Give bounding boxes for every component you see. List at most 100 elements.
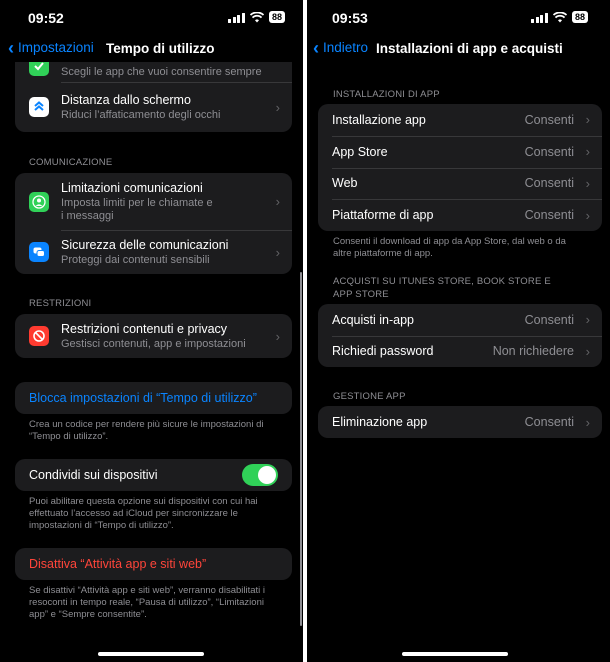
disable-note-line: app” e “Sempre consentite”. <box>29 609 147 620</box>
purchases-header: ACQUISTI SU ITUNES STORE, BOOK STORE E A… <box>333 275 551 301</box>
page-title: Tempo di utilizzo <box>106 41 215 56</box>
chevron-right-icon: › <box>275 244 280 260</box>
install-row[interactable]: Installazione app Consenti › <box>318 104 602 136</box>
communication-limits-row[interactable]: Limitazioni comunicazioni Imposta limiti… <box>15 173 292 230</box>
app-management-header: GESTIONE APP <box>333 391 406 402</box>
web-row-value: Consenti <box>524 176 574 191</box>
communication-safety-title: Sicurezza delle comunicazioni <box>61 237 229 252</box>
app-platforms-row[interactable]: Piattaforme di app Consenti › <box>318 199 602 231</box>
restrictions-header: RESTRIZIONI <box>29 298 92 309</box>
purchases-header-line: APP STORE <box>333 289 389 300</box>
lock-settings-button[interactable]: Blocca impostazioni di “Tempo di utilizz… <box>15 382 292 414</box>
restrictions-icon <box>29 326 49 346</box>
communication-safety-subtitle: Proteggi dai contenuti sensibili <box>61 253 210 266</box>
require-password-label: Richiedi password <box>332 344 434 359</box>
disable-note-line: resoconti in tempo reale, “Pausa di util… <box>29 597 264 608</box>
cellular-signal-icon <box>531 12 548 23</box>
always-allowed-icon <box>29 62 49 76</box>
chevron-right-icon: › <box>585 175 590 191</box>
disable-activity-note: Se disattivi “Attività app e siti web”, … <box>29 585 265 621</box>
battery-icon: 88 <box>268 11 285 23</box>
app-deletion-value: Consenti <box>524 415 574 429</box>
home-indicator[interactable] <box>98 652 204 656</box>
chevron-right-icon: › <box>275 194 280 209</box>
chevron-right-icon: › <box>585 343 590 359</box>
share-devices-note: Puoi abilitare questa opzione sui dispos… <box>29 496 258 532</box>
disable-activity-button[interactable]: Disattiva “Attività app e siti web” <box>15 548 292 580</box>
app-store-row[interactable]: App Store Consenti › <box>318 135 602 168</box>
app-store-row-label: App Store <box>332 144 388 159</box>
scrollbar[interactable] <box>300 272 302 626</box>
lock-settings-note: Crea un codice per rendere più sicure le… <box>29 419 263 443</box>
status-bar: 09:53 88 <box>307 8 610 28</box>
always-allowed-row[interactable]: Scegli le app che vuoi consentire sempre <box>15 62 292 82</box>
back-button[interactable]: ‹ Indietro <box>313 37 368 58</box>
chevron-right-icon: › <box>585 112 590 128</box>
disable-note-line: Se disattivi “Attività app e siti web”, … <box>29 585 266 596</box>
restrictions-group: Restrizioni contenuti e privacy Gestisci… <box>15 314 292 358</box>
home-indicator[interactable] <box>402 652 508 656</box>
share-devices-label: Condividi sui dispositivi <box>29 468 158 482</box>
content-privacy-row[interactable]: Restrizioni contenuti e privacy Gestisci… <box>15 314 292 358</box>
app-installs-header: INSTALLAZIONI DI APP <box>333 89 440 100</box>
in-app-purchases-label: Acquisti in-app <box>332 312 414 327</box>
chevron-left-icon: ‹ <box>313 37 319 58</box>
share-devices-toggle[interactable] <box>242 464 278 486</box>
in-app-purchases-value: Consenti <box>524 312 574 327</box>
wifi-icon <box>249 11 264 22</box>
app-installs-group: Installazione app Consenti › App Store C… <box>318 104 602 231</box>
status-bar: 09:52 88 <box>0 8 303 28</box>
purchases-group: Acquisti in-app Consenti › Richiedi pass… <box>318 304 602 367</box>
lock-note-line: “Tempo di utilizzo”. <box>29 431 109 442</box>
require-password-value: Non richiedere <box>492 344 574 359</box>
app-platforms-row-label: Piattaforme di app <box>332 208 434 223</box>
chevron-left-icon: ‹ <box>8 37 14 58</box>
app-deletion-row[interactable]: Eliminazione app Consenti › <box>318 406 602 438</box>
install-row-label: Installazione app <box>332 112 426 127</box>
content-privacy-title: Restrizioni contenuti e privacy <box>61 321 228 336</box>
right-screen: 09:53 88 ‹ Indietro Installazioni di app… <box>307 0 610 662</box>
share-note-line: effettuato l’accesso ad iCloud per sincr… <box>29 508 238 519</box>
lock-note-line: Crea un codice per rendere più sicure le… <box>29 419 264 430</box>
chevron-right-icon: › <box>275 328 280 344</box>
back-label: Impostazioni <box>18 40 94 55</box>
status-icons: 88 <box>531 11 588 23</box>
app-management-group: Eliminazione app Consenti › <box>318 406 602 438</box>
nav-bar: ‹ Impostazioni Tempo di utilizzo <box>0 38 303 60</box>
share-note-line: Puoi abilitare questa opzione sui dispos… <box>29 496 258 507</box>
disable-activity-group: Disattiva “Attività app e siti web” <box>15 548 292 580</box>
require-password-row[interactable]: Richiedi password Non richiedere › <box>318 335 602 368</box>
chevron-right-icon: › <box>585 144 590 160</box>
app-platforms-row-value: Consenti <box>524 208 574 223</box>
communication-safety-row[interactable]: Sicurezza delle comunicazioni Proteggi d… <box>15 230 292 274</box>
cellular-signal-icon <box>228 12 245 23</box>
status-icons: 88 <box>228 11 285 23</box>
web-row-label: Web <box>332 176 358 191</box>
disable-activity-label: Disattiva “Attività app e siti web” <box>29 557 207 571</box>
lock-settings-label: Blocca impostazioni di “Tempo di utilizz… <box>29 391 257 405</box>
left-screen: 09:52 88 ‹ Impostazioni Tempo di utilizz… <box>0 0 303 662</box>
communication-limits-title: Limitazioni comunicazioni <box>61 180 203 195</box>
status-time: 09:52 <box>28 10 64 26</box>
in-app-purchases-row[interactable]: Acquisti in-app Consenti › <box>318 304 602 336</box>
purchases-header-line: ACQUISTI SU ITUNES STORE, BOOK STORE E <box>333 276 551 287</box>
limits-group: Scegli le app che vuoi consentire sempre… <box>15 62 292 132</box>
share-note-line: impostazioni di “Tempo di utilizzo”. <box>29 520 174 531</box>
web-row[interactable]: Web Consenti › <box>318 167 602 200</box>
install-note-line: Consenti il download di app da App Store… <box>333 236 566 247</box>
screen-distance-row[interactable]: Distanza dallo schermo Riduci l’affatica… <box>15 82 292 132</box>
install-row-value: Consenti <box>524 112 574 127</box>
always-allowed-subtitle: Scegli le app che vuoi consentire sempre <box>61 66 262 78</box>
chevron-right-icon: › <box>275 99 280 115</box>
app-deletion-label: Eliminazione app <box>332 415 428 429</box>
status-time: 09:53 <box>332 10 368 26</box>
communication-limits-subtitle-2: i messaggi <box>61 209 114 222</box>
screen-distance-title: Distanza dallo schermo <box>61 92 191 107</box>
lock-settings-group: Blocca impostazioni di “Tempo di utilizz… <box>15 382 292 414</box>
app-store-row-value: Consenti <box>524 144 574 159</box>
back-button[interactable]: ‹ Impostazioni <box>8 37 94 58</box>
share-devices-row: Condividi sui dispositivi <box>15 459 292 491</box>
chevron-right-icon: › <box>585 312 590 328</box>
nav-bar: ‹ Indietro Installazioni di app e acquis… <box>307 38 610 60</box>
communication-limits-icon <box>29 191 49 212</box>
